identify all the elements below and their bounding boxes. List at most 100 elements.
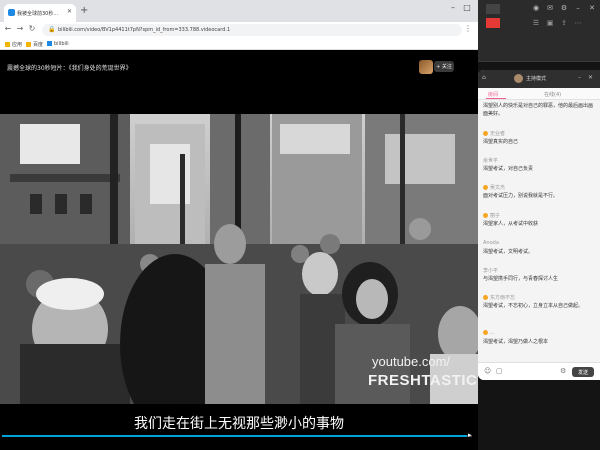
list-item: 东方雨不忘 渴望考试，不忘初心，立身立本从自己做起。 — [483, 294, 593, 310]
pin-icon[interactable]: ⌂ — [482, 74, 486, 81]
list-item: Anoda 渴望考试，文明考试。 — [483, 240, 593, 256]
watermark-url: youtube.com/ — [372, 354, 451, 369]
new-tab-icon[interactable]: + — [80, 5, 88, 16]
lock-icon: 🔒 — [48, 26, 56, 33]
progress-bar[interactable] — [2, 435, 472, 437]
list-item: 无业者 渴望真实的自己 — [483, 130, 593, 146]
list-item: ... 渴望考试，渴望乃做人之根本 — [483, 330, 593, 346]
minimize-icon[interactable]: – — [446, 3, 460, 12]
message-list: 渴望别人的快乐是对自己的罪恶，他的最后画出画面美好。 无业者 渴望真实的自己 余… — [478, 102, 600, 362]
message-text: 渴望考试，文明考试。 — [483, 249, 534, 255]
host-avatar — [514, 74, 523, 83]
browser-tab[interactable]: 我被全球前30秒... ✕ — [4, 4, 76, 22]
badge-icon — [483, 131, 488, 136]
bookmark-label: bilibili — [54, 41, 69, 47]
bookmark-label: 百度 — [33, 42, 44, 48]
maximize-icon[interactable]: □ — [460, 3, 474, 12]
list-item: 李小平 与渴望携手同行，与青春探讨人生 — [483, 267, 593, 283]
reload-icon[interactable]: ↻ — [27, 24, 37, 33]
follow-button[interactable]: + 关注 — [434, 61, 454, 72]
tab-online[interactable]: 在线(4) — [544, 91, 561, 98]
desktop-toolbar: ◉ ✉ ⚙ – ✕ ☰ ▣ ⇪ ⋯ — [478, 0, 600, 62]
bookmark-bilibili[interactable]: bilibili — [47, 41, 69, 47]
bookmark-label: 应用 — [12, 42, 23, 48]
video-title: 震撼全球的30秒短片：《我们身处的荒诞世界》 — [7, 65, 132, 72]
chat-tabs: 房间 在线(4) — [478, 88, 600, 100]
uploader-avatar[interactable] — [419, 60, 433, 74]
minimize-panel-icon[interactable]: – — [572, 4, 584, 12]
forward-icon[interactable]: → — [15, 24, 25, 33]
active-tab-indicator — [486, 98, 506, 99]
list-item: 渴望别人的快乐是对自己的罪恶，他的最后画出画面美好。 — [483, 102, 593, 118]
back-icon[interactable]: ← — [3, 24, 13, 33]
message-text: 渴望真实的自己 — [483, 139, 519, 145]
bookmark-apps[interactable]: 应用 — [5, 41, 22, 48]
message-author: 东方雨不忘 — [490, 295, 516, 301]
url-text: bilibili.com/video/BV1p4411t7pN?spm_id_f… — [58, 27, 231, 33]
message-author: 余世平 — [483, 158, 499, 164]
message-text: 渴望别人的快乐是对自己的罪恶，他的最后画出画面美好。 — [483, 103, 594, 117]
subtitle-area: 我们走在街上无视那些渺小的事物 ▸ — [0, 404, 478, 450]
message-text: 面对考试压力，别说我就是不行。 — [483, 193, 559, 199]
bilibili-favicon-icon — [8, 9, 15, 16]
chat-close-icon[interactable]: ✕ — [588, 74, 593, 81]
list-icon[interactable]: ☰ — [530, 19, 542, 27]
list-item: 余世平 渴望考试，对自己负责 — [483, 157, 593, 173]
message-author: Anoda — [483, 240, 499, 246]
video-header: 震撼全球的30秒短片：《我们身处的荒诞世界》 + 关注 — [0, 50, 478, 114]
video-subtitle: 我们走在街上无视那些渺小的事物 — [134, 416, 344, 432]
message-text: 渴望家人，从考试中收获 — [483, 221, 539, 227]
url-input[interactable]: 🔒 bilibili.com/video/BV1p4411t7pN?spm_id… — [42, 24, 462, 36]
tab-title: 我被全球前30秒... — [17, 11, 59, 17]
message-text: 与渴望携手同行，与青春探讨人生 — [483, 276, 559, 282]
bilibili-icon — [47, 41, 52, 46]
emoji-icon[interactable]: ☺ — [484, 367, 491, 375]
chat-header: ⌂ 主持模式 – ✕ — [478, 70, 600, 88]
video-player[interactable]: youtube.com/ FRESHTASTICAL — [0, 114, 478, 404]
message-author: 吴文杰 — [490, 185, 506, 191]
tab-room[interactable]: 房间 — [488, 91, 498, 98]
badge-icon — [483, 295, 488, 300]
watermark-channel: FRESHTASTICAL — [368, 372, 478, 389]
message-text: 渴望考试，对自己负责 — [483, 166, 534, 172]
chat-minimize-icon[interactable]: – — [578, 74, 581, 81]
settings-small-icon[interactable]: ⚙ — [560, 367, 566, 375]
camera-icon[interactable]: ▣ — [544, 19, 556, 27]
message-author: 无业者 — [490, 131, 506, 137]
progress-fill — [2, 435, 468, 437]
host-name: 主持模式 — [526, 76, 547, 82]
bookmarks-bar: 应用 百度 bilibili — [0, 38, 478, 50]
badge-icon — [483, 185, 488, 190]
apps-icon — [5, 42, 10, 47]
send-button[interactable]: 发送 — [572, 367, 594, 377]
tab-bar: 我被全球前30秒... ✕ + – □ — [0, 0, 478, 22]
badge-icon — [483, 213, 488, 218]
message-text: 渴望考试，不忘初心，立身立本从自己做起。 — [483, 303, 584, 309]
folder-icon — [26, 42, 31, 47]
bookmark-baidu[interactable]: 百度 — [26, 41, 43, 48]
list-item: 丽子 渴望家人，从考试中收获 — [483, 212, 593, 228]
address-bar: ← → ↻ 🔒 bilibili.com/video/BV1p4411t7pN?… — [0, 22, 478, 38]
message-author: 丽子 — [490, 213, 501, 219]
record-icon[interactable] — [486, 18, 500, 28]
message-icon[interactable]: ✉ — [544, 4, 556, 12]
app-icon[interactable] — [486, 4, 500, 14]
more-icon[interactable]: ⋯ — [572, 19, 584, 27]
image-icon[interactable]: ▢ — [496, 367, 503, 375]
browser-window: 我被全球前30秒... ✕ + – □ ← → ↻ 🔒 bilibili.com… — [0, 0, 478, 450]
user-icon[interactable]: ◉ — [530, 4, 542, 12]
settings-icon[interactable]: ⚙ — [558, 4, 570, 12]
close-panel-icon[interactable]: ✕ — [586, 4, 598, 12]
progress-handle-icon[interactable]: ▸ — [468, 431, 472, 439]
chat-input-bar[interactable]: ☺ ▢ ⚙ 发送 — [478, 362, 600, 380]
browser-menu-icon[interactable]: ⋮ — [464, 24, 472, 33]
message-author: ... — [490, 330, 495, 336]
message-author: 李小平 — [483, 268, 499, 274]
chat-panel: ⌂ 主持模式 – ✕ 房间 在线(4) 渴望别人的快乐是对自己的罪恶，他的最后画… — [478, 70, 600, 380]
message-text: 渴望考试，渴望乃做人之根本 — [483, 339, 549, 345]
share-icon[interactable]: ⇪ — [558, 19, 570, 27]
close-tab-icon[interactable]: ✕ — [67, 8, 72, 15]
badge-icon — [483, 330, 488, 335]
side-panel: ◉ ✉ ⚙ – ✕ ☰ ▣ ⇪ ⋯ ⌂ 主持模式 – ✕ 房间 在线(4) 渴望… — [478, 0, 600, 450]
list-item: 吴文杰 面对考试压力，别说我就是不行。 — [483, 184, 593, 200]
